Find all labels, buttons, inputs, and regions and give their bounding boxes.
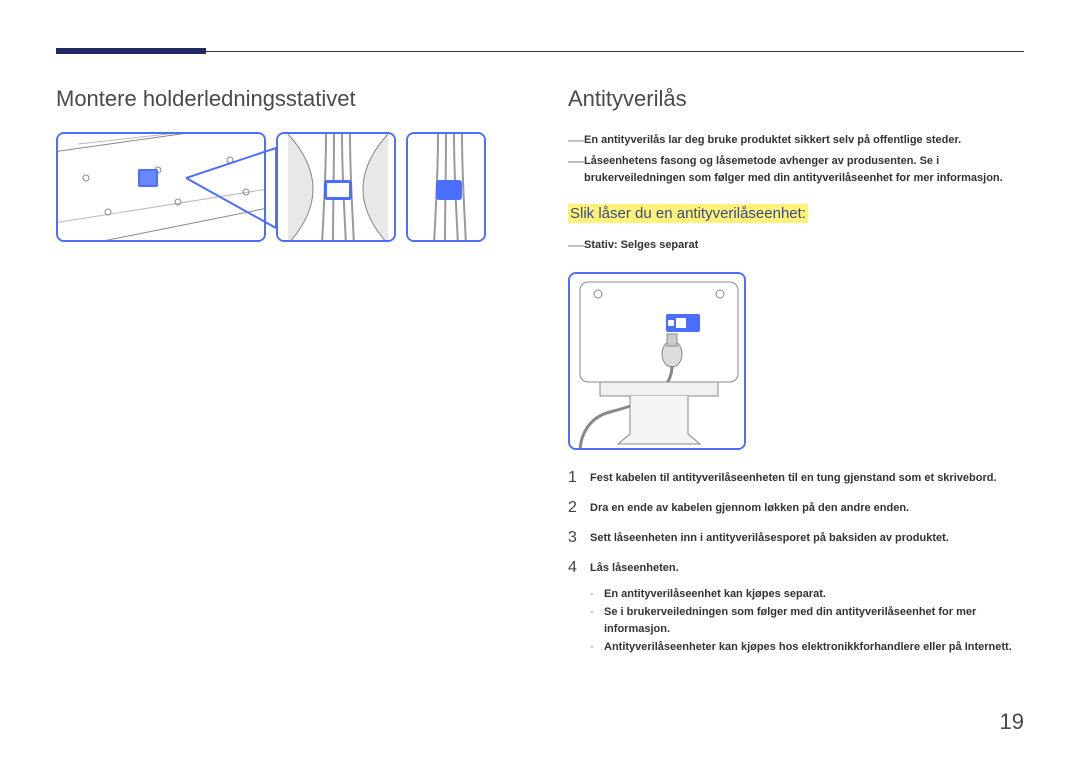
step-text: Dra en ende av kabelen gjennom løkken på… xyxy=(590,502,909,514)
dash-icon: - xyxy=(590,639,604,657)
lock-illustration xyxy=(570,274,746,450)
back-panel-illustration xyxy=(58,134,266,242)
right-column: Antityverilås ―En antityverilås lar deg … xyxy=(568,86,1024,656)
lock-sub-heading: Slik låser du en antityverilåseenhet: xyxy=(568,204,808,223)
lock-diagram xyxy=(568,272,746,450)
stand-note-list: ―Stativ: Selges separat xyxy=(568,237,1024,254)
right-heading: Antityverilås xyxy=(568,86,1024,112)
diagram-cable-clip-closed xyxy=(406,132,486,242)
step-text: Sett låseenheten inn i antityverilåsespo… xyxy=(590,532,949,544)
sub-heading-wrap: Slik låser du en antityverilåseenhet: xyxy=(568,204,1024,237)
diagram-back-panel xyxy=(56,132,266,242)
content-columns: Montere holderledningsstativet xyxy=(56,86,1024,656)
header-rule xyxy=(56,48,1024,54)
step-item: Sett låseenheten inn i antityverilåsespo… xyxy=(568,532,1024,546)
dash-icon: - xyxy=(590,604,604,622)
step-text: Lås låseenheten. xyxy=(590,562,679,574)
note-text: En antityverilås lar deg bruke produktet… xyxy=(584,132,961,149)
page-number: 19 xyxy=(1000,709,1024,735)
left-column: Montere holderledningsstativet xyxy=(56,86,526,656)
intro-notes: ―En antityverilås lar deg bruke produkte… xyxy=(568,132,1024,186)
cable-clip-open-illustration xyxy=(278,134,396,242)
note-text: Se i brukerveiledningen som følger med d… xyxy=(604,604,1024,639)
cable-clip-closed-illustration xyxy=(408,134,486,242)
note-text: Låseenhetens fasong og låsemetode avheng… xyxy=(584,153,1024,186)
left-heading: Montere holderledningsstativet xyxy=(56,86,526,112)
dash-icon: ― xyxy=(568,154,584,170)
dash-icon: ― xyxy=(568,133,584,149)
header-accent-bar xyxy=(56,48,206,54)
sub-note: -Se i brukerveiledningen som følger med … xyxy=(590,604,1024,639)
note-text: Antityverilåseenheter kan kjøpes hos ele… xyxy=(604,639,1012,657)
note-text: Stativ: Selges separat xyxy=(584,237,698,254)
dash-icon: ― xyxy=(568,238,584,254)
stand-note: ―Stativ: Selges separat xyxy=(568,237,1024,254)
sub-note: -En antityverilåseenhet kan kjøpes separ… xyxy=(590,586,1024,604)
sub-note: -Antityverilåseenheter kan kjøpes hos el… xyxy=(590,639,1024,657)
step-item: Dra en ende av kabelen gjennom løkken på… xyxy=(568,502,1024,516)
sub-notes: -En antityverilåseenhet kan kjøpes separ… xyxy=(590,586,1024,656)
step-item: Lås låseenheten. xyxy=(568,562,1024,576)
intro-note: ―Låseenhetens fasong og låsemetode avhen… xyxy=(568,153,1024,186)
intro-note: ―En antityverilås lar deg bruke produkte… xyxy=(568,132,1024,149)
step-text: Fest kabelen til antityverilåseenheten t… xyxy=(590,472,997,484)
dash-icon: - xyxy=(590,586,604,604)
lock-steps: Fest kabelen til antityverilåseenheten t… xyxy=(568,472,1024,576)
diagram-cable-clip-open xyxy=(276,132,396,242)
manual-page: Montere holderledningsstativet xyxy=(0,0,1080,763)
cable-holder-diagrams xyxy=(56,132,526,242)
step-item: Fest kabelen til antityverilåseenheten t… xyxy=(568,472,1024,486)
note-text: En antityverilåseenhet kan kjøpes separa… xyxy=(604,586,826,604)
